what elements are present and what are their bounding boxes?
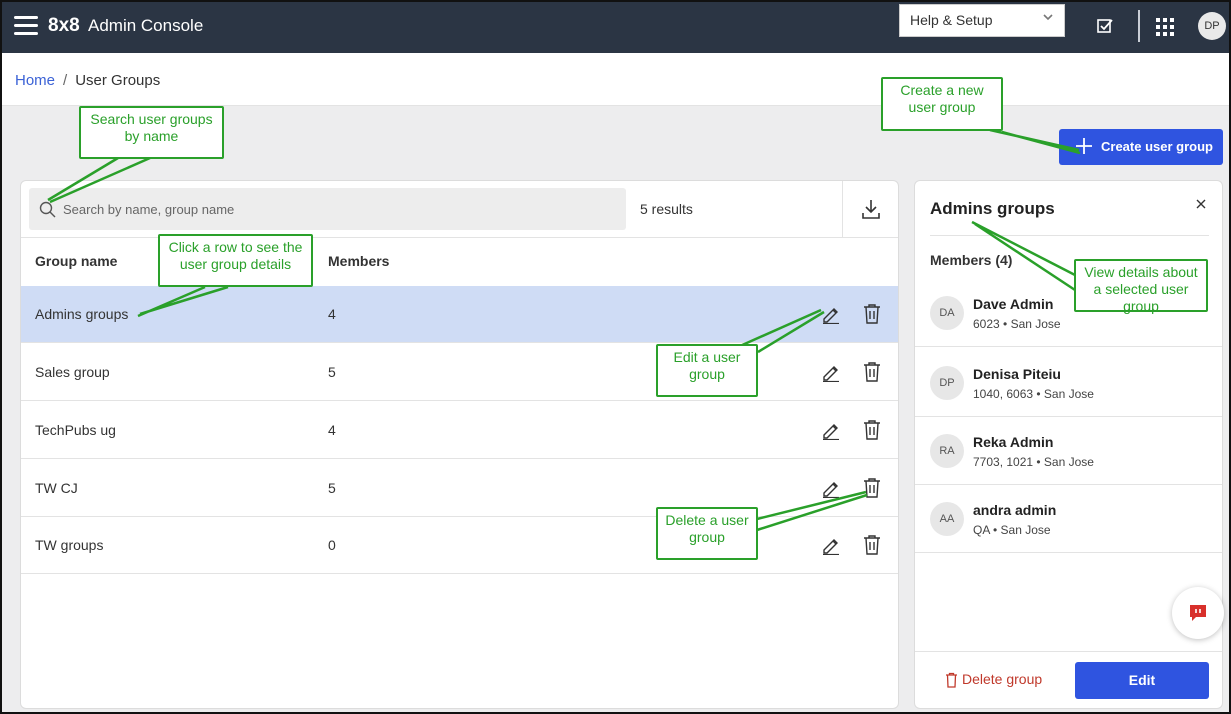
create-user-group-label: Create user group [1101, 139, 1213, 154]
member-avatar: DA [930, 296, 964, 330]
delete-group-button[interactable]: Delete group [945, 671, 1043, 688]
group-name-cell: TW groups [35, 537, 104, 553]
column-header-group-name[interactable]: Group name [35, 253, 117, 269]
member-list-item: DP Denisa Piteiu 1040, 6063 • San Jose [915, 349, 1222, 417]
trash-icon[interactable] [863, 534, 881, 555]
details-divider [930, 235, 1209, 236]
close-icon[interactable] [1194, 197, 1208, 211]
footer-divider [915, 651, 1222, 652]
annotation-edit: Edit a user group [656, 344, 758, 397]
breadcrumb-separator: / [63, 72, 68, 89]
edit-group-button[interactable]: Edit [1075, 662, 1209, 699]
hamburger-menu-icon[interactable] [14, 16, 38, 36]
trash-icon [946, 672, 957, 688]
apps-grid-icon[interactable] [1156, 18, 1174, 36]
chevron-down-icon [1043, 14, 1053, 21]
app-title: Admin Console [88, 16, 204, 35]
members-count-cell: 4 [328, 422, 336, 438]
member-name: Dave Admin [973, 296, 1054, 312]
user-groups-list: 5 results Group name Members Admins grou… [20, 180, 899, 709]
plus-icon [1076, 138, 1092, 154]
download-icon[interactable] [861, 198, 881, 220]
members-count-cell: 4 [328, 306, 336, 322]
results-count: 5 results [640, 201, 693, 217]
brand-logo: 8x8 [48, 15, 80, 36]
annotation-search: Search user groups by name [79, 106, 224, 159]
table-row[interactable]: Admins groups 4 [21, 286, 898, 343]
toolbar-divider [842, 181, 843, 237]
member-name: Denisa Piteiu [973, 366, 1061, 382]
trash-icon[interactable] [863, 419, 881, 440]
delete-group-label: Delete group [962, 671, 1043, 687]
chat-widget-button[interactable] [1172, 587, 1224, 639]
chat-bubble-icon [1190, 605, 1206, 621]
table-row[interactable]: Sales group 5 [21, 344, 898, 401]
pencil-edit-icon[interactable] [821, 478, 841, 498]
member-details: 7703, 1021 • San Jose [973, 455, 1094, 469]
details-title: Admins groups [930, 199, 1055, 218]
member-name: Reka Admin [973, 434, 1054, 450]
members-heading: Members (4) [930, 252, 1013, 268]
pencil-edit-icon[interactable] [821, 535, 841, 555]
annotation-delete: Delete a user group [656, 507, 758, 560]
members-count-cell: 0 [328, 537, 336, 553]
user-avatar[interactable]: DP [1198, 12, 1226, 40]
breadcrumb-bar: Home / User Groups [2, 53, 1229, 106]
search-input[interactable] [63, 198, 613, 220]
search-box[interactable] [29, 188, 626, 230]
table-row[interactable]: TechPubs ug 4 [21, 402, 898, 459]
members-count-cell: 5 [328, 480, 336, 496]
table-row[interactable]: TW CJ 5 [21, 460, 898, 517]
annotation-row: Click a row to see the user group detail… [158, 234, 313, 287]
column-header-members[interactable]: Members [328, 253, 389, 269]
member-avatar: DP [930, 366, 964, 400]
group-name-cell: TechPubs ug [35, 422, 116, 438]
help-setup-select[interactable]: Help & Setup [899, 4, 1065, 37]
members-count-cell: 5 [328, 364, 336, 380]
group-name-cell: Admins groups [35, 306, 129, 322]
member-details: QA • San Jose [973, 523, 1051, 537]
help-setup-label: Help & Setup [910, 12, 993, 28]
group-name-cell: Sales group [35, 364, 110, 380]
table-row[interactable]: TW groups 0 [21, 517, 898, 574]
top-bar: 8x8 Admin Console Help & Setup DP [0, 0, 1231, 53]
trash-icon[interactable] [863, 361, 881, 382]
member-details: 1040, 6063 • San Jose [973, 387, 1094, 401]
trash-icon[interactable] [863, 477, 881, 498]
tasks-checkbox-icon[interactable] [1097, 18, 1113, 34]
pencil-edit-icon[interactable] [821, 420, 841, 440]
search-icon [39, 201, 56, 218]
member-list-item: RA Reka Admin 7703, 1021 • San Jose [915, 417, 1222, 485]
member-list-item: AA andra admin QA • San Jose [915, 485, 1222, 553]
pencil-edit-icon[interactable] [821, 362, 841, 382]
breadcrumb-home-link[interactable]: Home [15, 72, 55, 89]
member-avatar: AA [930, 502, 964, 536]
member-avatar: RA [930, 434, 964, 468]
annotation-create: Create a new user group [881, 77, 1003, 131]
member-name: andra admin [973, 502, 1057, 518]
group-name-cell: TW CJ [35, 480, 78, 496]
breadcrumb-current: User Groups [75, 72, 161, 89]
breadcrumb: Home / User Groups [15, 72, 160, 89]
pencil-edit-icon[interactable] [821, 304, 841, 324]
create-user-group-button[interactable]: Create user group [1059, 129, 1223, 165]
member-details: 6023 • San Jose [973, 317, 1061, 331]
header-divider [1138, 10, 1140, 42]
annotation-details: View details about a selected user group [1074, 259, 1208, 314]
trash-icon[interactable] [863, 303, 881, 324]
header-divider-line [21, 237, 898, 238]
